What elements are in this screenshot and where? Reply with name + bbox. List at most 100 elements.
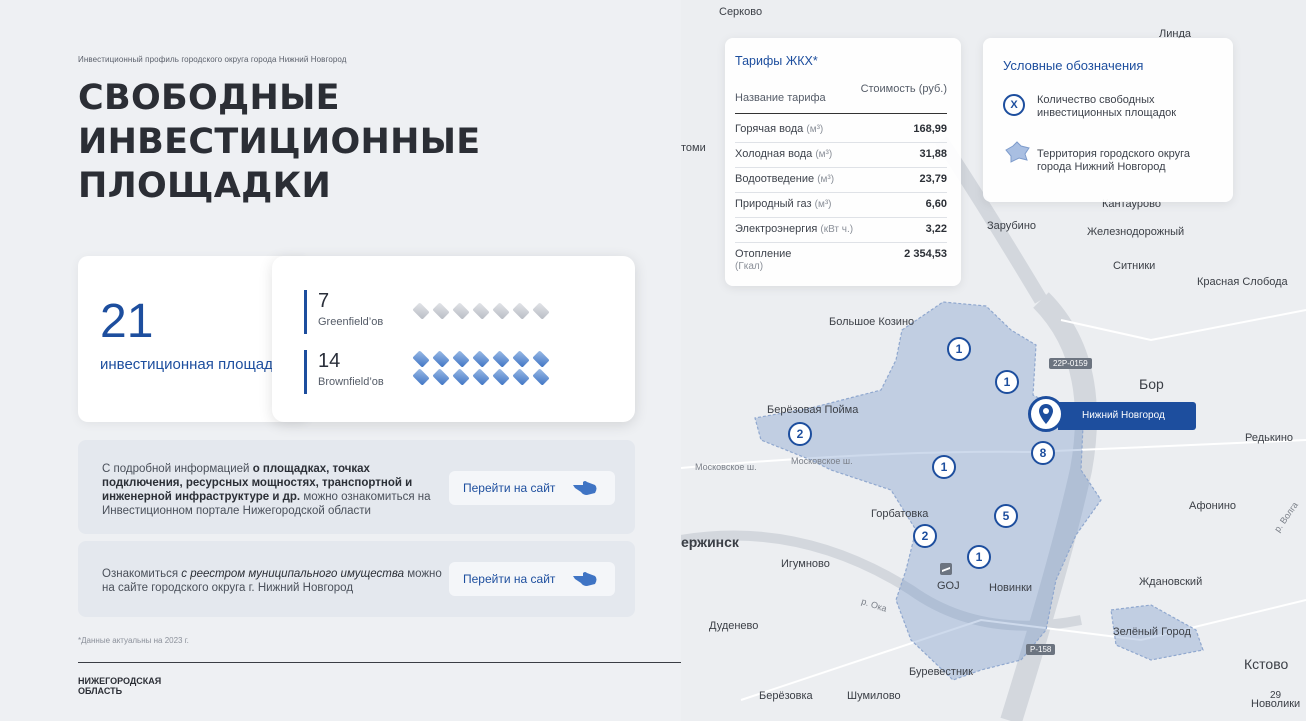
greenfield-label: Greenfield’ов	[318, 316, 384, 328]
brownfield-count: 14	[318, 350, 341, 372]
municipal-registry-card: Ознакомиться с реестром муниципального и…	[78, 541, 635, 617]
site-cube-icon	[532, 302, 550, 320]
map-label-krasnaya-sloboda: Красная Слобода	[1197, 276, 1288, 288]
investment-portal-card: С подробной информацией о площадках, точ…	[78, 440, 635, 534]
pointing-hand-icon	[573, 572, 597, 586]
site-cube-icon	[492, 368, 510, 386]
map-label-dzerzhinsk: ержинск	[681, 534, 739, 550]
city-pin-circle	[1028, 396, 1064, 432]
investment-portal-button[interactable]: Перейти на сайт	[449, 471, 615, 505]
tariff-value: 2 354,53	[904, 248, 947, 260]
site-cube-icon	[432, 350, 450, 368]
site-cube-icon	[452, 302, 470, 320]
tariff-name: Природный газ (м³)	[735, 198, 832, 210]
site-cube-icon	[532, 350, 550, 368]
map-label-zarubino: Зарубино	[987, 220, 1037, 232]
territory-icon	[1005, 141, 1030, 163]
city-pin[interactable]: Нижний Новгород	[1028, 396, 1196, 434]
airport-icon	[940, 563, 952, 575]
map-label-beryozovka: Берёзовка	[759, 690, 813, 702]
tariff-name: Отопление (Гкал)	[735, 248, 792, 272]
left-panel: Инвестиционный профиль городского округа…	[0, 0, 682, 721]
tariff-row: Отопление (Гкал) 2 354,53	[735, 243, 947, 279]
greenfield-icons	[412, 302, 564, 320]
brownfield-bar	[304, 350, 307, 394]
road-badge: 22Р-0159	[1049, 358, 1092, 369]
site-count-marker[interactable]: 1	[932, 455, 956, 479]
map-label-burevestnik: Буревестник	[909, 666, 973, 678]
map-label-zheleznodorozhny: Железнодорожный	[1087, 226, 1185, 238]
location-pin-icon	[1039, 404, 1053, 424]
site-cube-icon	[432, 302, 450, 320]
tariff-card: Тарифы ЖКХ* Название тарифа Стоимость (р…	[725, 38, 961, 286]
tariff-value: 23,79	[919, 173, 947, 185]
tariff-value: 31,88	[919, 148, 947, 160]
site-cube-icon	[412, 302, 430, 320]
tariff-header-name: Название тарифа	[735, 92, 826, 104]
map-label-bolshoe-kozino: Большое Козино	[829, 316, 915, 328]
total-count-label: инвестиционная площадка	[100, 356, 289, 373]
tariff-row: Холодная вода (м³) 31,88	[735, 143, 947, 168]
site-cube-icon	[532, 368, 550, 386]
site-count-marker[interactable]: 1	[995, 370, 1019, 394]
site-count-marker[interactable]: 1	[947, 337, 971, 361]
site-cube-icon	[512, 350, 530, 368]
map-label-afonino: Афонино	[1189, 500, 1237, 512]
tariff-name: Горячая вода (м³)	[735, 123, 824, 135]
map-label-zhdanovsky: Ждановский	[1139, 576, 1203, 588]
map-label-zeleny-gorod: Зелёный Город	[1113, 626, 1191, 638]
tariff-name: Водоотведение (м³)	[735, 173, 835, 185]
site-count-marker[interactable]: 2	[788, 422, 812, 446]
footer-divider	[78, 662, 682, 663]
site-cube-icon	[472, 302, 490, 320]
map-label-tomi: томи	[681, 142, 706, 154]
municipal-registry-text: Ознакомиться с реестром муниципального и…	[102, 568, 442, 594]
legend-territory-text: Территория городского округа города Нижн…	[1037, 148, 1191, 173]
map-label-moskovskoe-shosse: Московское ш.	[695, 462, 757, 472]
municipal-registry-button[interactable]: Перейти на сайт	[449, 562, 615, 596]
site-cube-icon	[512, 302, 530, 320]
site-cube-icon	[452, 368, 470, 386]
tariff-row: Горячая вода (м³) 168,99	[735, 118, 947, 143]
map-label-gorbatovka: Горбатовка	[871, 508, 929, 520]
pointing-hand-icon	[573, 481, 597, 495]
city-pin-label: Нижний Новгород	[1058, 402, 1196, 430]
tariff-row: Водоотведение (м³) 23,79	[735, 168, 947, 193]
region-logo: НИЖЕГОРОДСКАЯ ОБЛАСТЬ	[78, 676, 162, 696]
map-label-airport: GOJ	[937, 580, 960, 592]
site-cube-icon	[492, 302, 510, 320]
page-kicker: Инвестиционный профиль городского округа…	[78, 55, 347, 64]
map-label-serkovo: Серково	[719, 6, 763, 18]
site-cube-icon	[512, 368, 530, 386]
total-count: 21	[100, 295, 154, 348]
page-number: 29	[1270, 690, 1282, 701]
map-label-novinki: Новинки	[989, 582, 1033, 594]
tariff-title: Тарифы ЖКХ*	[735, 54, 818, 68]
site-cube-icon	[452, 350, 470, 368]
brownfield-icons	[412, 350, 564, 386]
tariff-header-cost: Стоимость (руб.)	[860, 83, 947, 95]
municipal-registry-button-label: Перейти на сайт	[463, 572, 556, 586]
greenfield-bar	[304, 290, 307, 334]
site-count-marker[interactable]: 1	[967, 545, 991, 569]
tariff-header-divider	[735, 113, 947, 114]
tariff-row: Электроэнергия (кВт ч.) 3,22	[735, 218, 947, 243]
site-cube-icon	[432, 368, 450, 386]
map-label-redkino: Редькино	[1245, 432, 1294, 444]
road-badge: Р-158	[1026, 644, 1056, 655]
site-cube-icon	[492, 350, 510, 368]
greenfield-count: 7	[318, 290, 330, 312]
tariff-value: 3,22	[925, 223, 947, 235]
tariff-value: 6,60	[925, 198, 947, 210]
map-label-sitniki: Ситники	[1113, 260, 1156, 272]
legend-title: Условные обозначения	[1003, 58, 1144, 73]
site-count-marker[interactable]: 2	[913, 524, 937, 548]
tariff-name: Холодная вода (м³)	[735, 148, 833, 160]
tariff-name: Электроэнергия (кВт ч.)	[735, 223, 854, 235]
site-cube-icon	[412, 368, 430, 386]
legend-marker-icon: X	[1003, 94, 1025, 116]
site-cube-icon	[472, 368, 490, 386]
legend-marker-text: Количество свободных инвестиционных площ…	[1037, 94, 1177, 119]
site-count-marker[interactable]: 5	[994, 504, 1018, 528]
site-count-marker[interactable]: 8	[1031, 441, 1055, 465]
